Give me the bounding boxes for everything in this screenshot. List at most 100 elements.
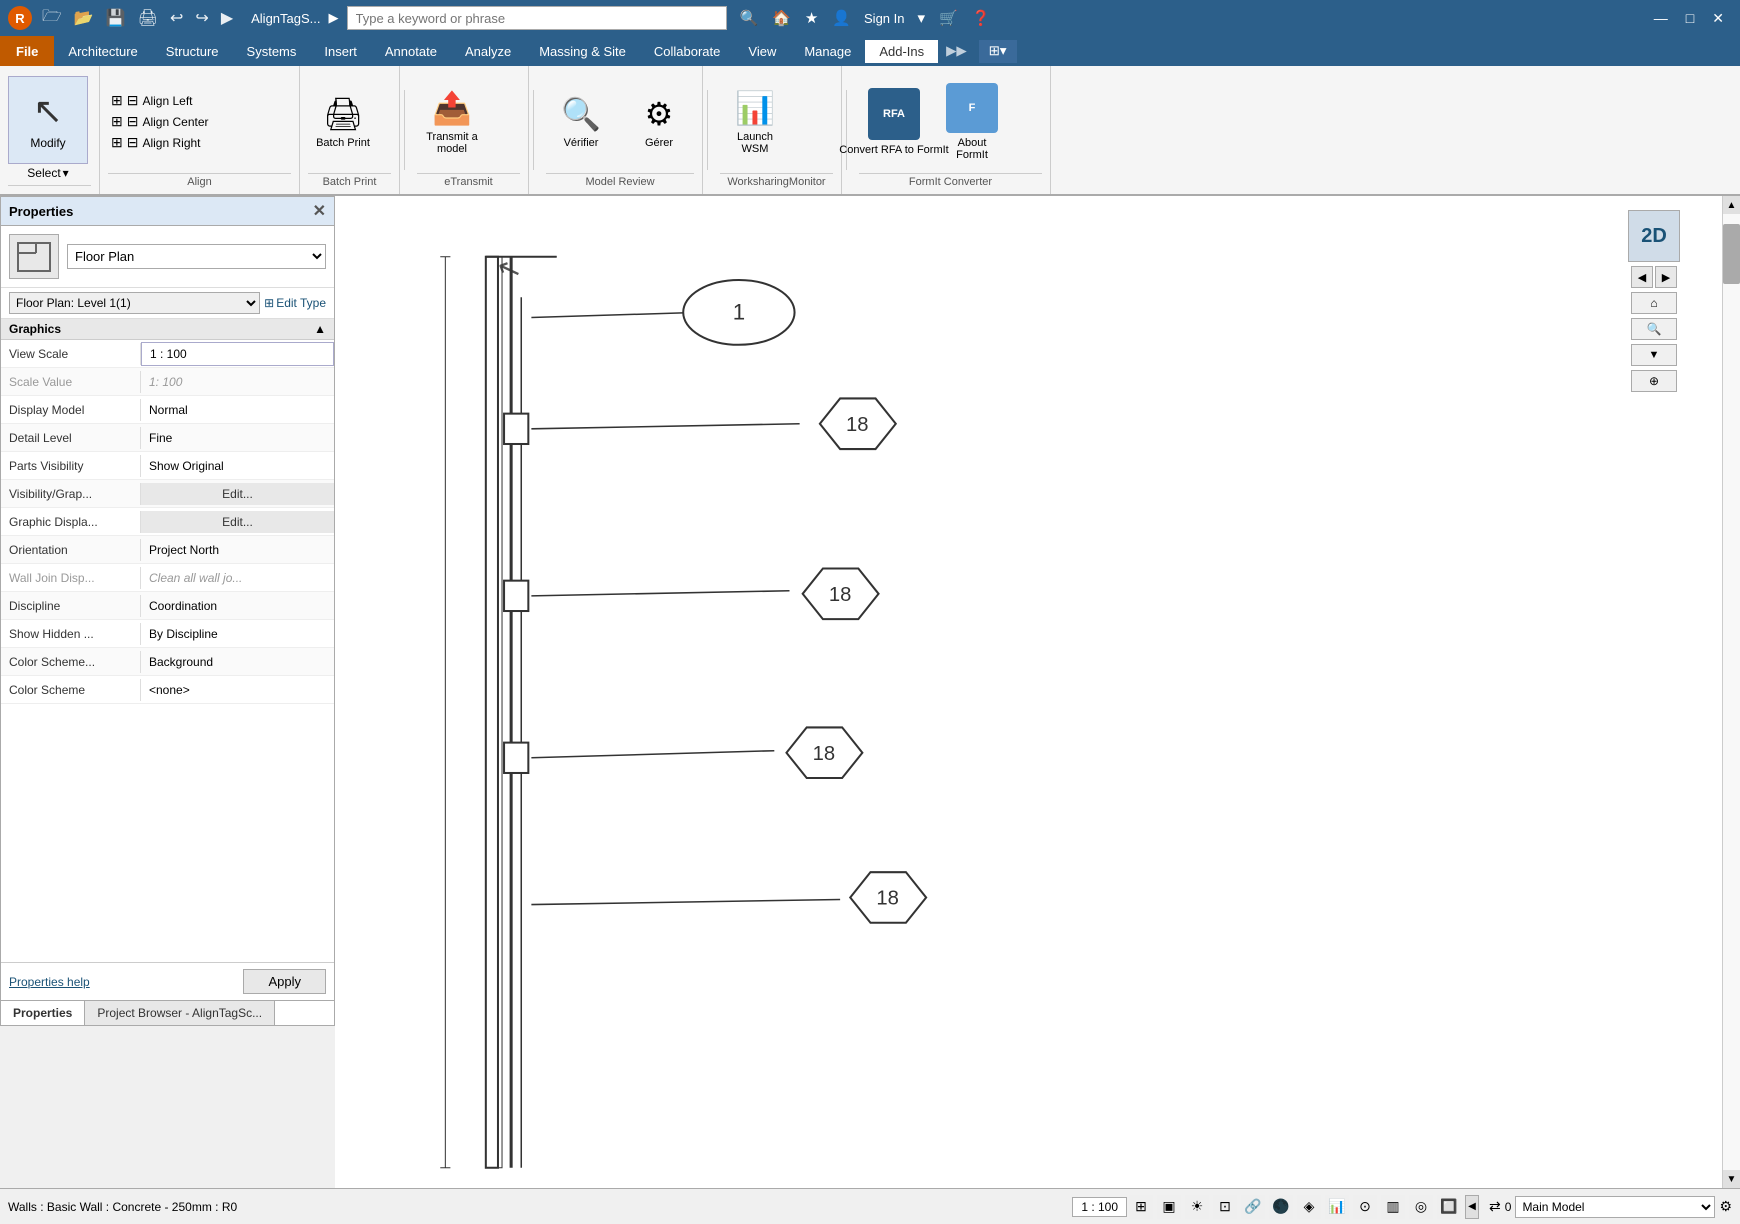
scroll-up-button[interactable]: ▲	[1723, 196, 1740, 214]
open-button[interactable]: 📂	[70, 6, 98, 30]
nav-cube-2d-button[interactable]: 2D	[1628, 210, 1680, 262]
prop-row-orientation: Orientation Project North	[1, 536, 334, 564]
minimize-button[interactable]: —	[1646, 8, 1676, 29]
nav-right-button[interactable]: ▶	[1655, 266, 1677, 288]
search-input[interactable]	[356, 11, 718, 26]
section-icon-btn[interactable]: ▥	[1381, 1195, 1405, 1219]
graphics-section-header: Graphics ▲	[1, 319, 334, 340]
panel-close-button[interactable]: ✕	[313, 201, 326, 221]
shadow-icon-btn[interactable]: 🌑	[1269, 1195, 1293, 1219]
more-tabs-btn[interactable]: ▶▶	[938, 40, 975, 63]
maximize-button[interactable]: □	[1678, 8, 1702, 29]
structure-menu[interactable]: Structure	[152, 40, 233, 63]
grid-icon-btn[interactable]: ⊞	[1129, 1195, 1153, 1219]
zoom-object-button[interactable]: 🔍	[1631, 318, 1677, 340]
scroll-up-icon[interactable]: ▲	[314, 322, 326, 336]
analyze-menu[interactable]: Analyze	[451, 40, 525, 63]
nav-icons: 🔍 🏠 ★ 👤 Sign In ▾ 🛒 ❓	[735, 7, 996, 29]
drawing-area[interactable]: ↖ 1 18	[335, 196, 1740, 1188]
convert-rfa-button[interactable]: RFA Convert RFA to FormIt	[859, 78, 929, 166]
nav-left-button[interactable]: ◀	[1631, 266, 1653, 288]
point-icon-btn[interactable]: ⊙	[1353, 1195, 1377, 1219]
home-icon-btn[interactable]: 🏠	[767, 7, 796, 29]
about-formit-button[interactable]: F About FormIt	[937, 78, 1007, 166]
expand-status-btn[interactable]: ◀	[1465, 1195, 1479, 1219]
collaborate-menu[interactable]: Collaborate	[640, 40, 735, 63]
sun-icon-btn[interactable]: ☀	[1185, 1195, 1209, 1219]
view-level-select[interactable]: Floor Plan: Level 1(1)	[9, 292, 260, 314]
gerer-button[interactable]: ⚙ Gérer	[624, 78, 694, 166]
star-icon-btn[interactable]: ★	[800, 7, 823, 29]
align-center-button[interactable]: ⊞ ⊟ Align Center	[108, 112, 212, 131]
insert-menu[interactable]: Insert	[310, 40, 371, 63]
vertical-scrollbar[interactable]: ▲ ▼	[1722, 196, 1740, 1188]
frame-icon-btn[interactable]: ▣	[1157, 1195, 1181, 1219]
zoom-down-button[interactable]: ▼	[1631, 344, 1677, 366]
scroll-thumb[interactable]	[1723, 224, 1740, 284]
redo-button[interactable]: ↪	[191, 6, 212, 30]
worksharing-tools: 📊 Launch WSM	[720, 70, 833, 173]
close-button[interactable]: ✕	[1704, 8, 1732, 29]
more-button[interactable]: ▶	[217, 6, 237, 30]
annotate-menu[interactable]: Annotate	[371, 40, 451, 63]
select-dropdown[interactable]: Select ▾	[27, 166, 68, 180]
properties-tab[interactable]: Properties	[1, 1001, 85, 1025]
svg-text:18: 18	[846, 414, 869, 436]
view-menu[interactable]: View	[734, 40, 790, 63]
align-left-button[interactable]: ⊞ ⊟ Align Left	[108, 91, 212, 110]
modify-button[interactable]: ↖ Modify	[8, 76, 88, 164]
path-icon-btn[interactable]: 🔗	[1241, 1195, 1265, 1219]
svg-text:18: 18	[813, 743, 836, 765]
scale-button[interactable]: 1 : 100	[1072, 1197, 1127, 1217]
graphic-display-edit-button[interactable]: Edit...	[141, 511, 334, 533]
apply-button[interactable]: Apply	[243, 969, 326, 994]
save-button[interactable]: 💾	[102, 6, 130, 30]
architecture-menu[interactable]: Architecture	[54, 40, 151, 63]
sync-icon-btn[interactable]: ⇄	[1489, 1198, 1501, 1215]
analysis-icon-btn[interactable]: 📊	[1325, 1195, 1349, 1219]
view-scale-value[interactable]: 1 : 100	[141, 342, 334, 366]
batch-print-button[interactable]: 🖨 Batch Print	[308, 78, 378, 166]
manage-menu[interactable]: Manage	[790, 40, 865, 63]
massing-menu[interactable]: Massing & Site	[525, 40, 640, 63]
file-menu-item[interactable]: File	[0, 36, 54, 66]
target-icon-button[interactable]: ⊕	[1631, 370, 1677, 392]
systems-menu[interactable]: Systems	[233, 40, 311, 63]
prop-row-scale-value: Scale Value 1: 100	[1, 368, 334, 396]
scroll-down-button[interactable]: ▼	[1723, 1170, 1740, 1188]
select-group-label	[8, 185, 91, 190]
properties-help-link[interactable]: Properties help	[9, 975, 90, 989]
about-formit-label: About FormIt	[942, 137, 1002, 161]
settings-icon-btn[interactable]: ⚙	[1719, 1198, 1732, 1215]
render-icon-btn[interactable]: ◈	[1297, 1195, 1321, 1219]
verifier-button[interactable]: 🔍 Vérifier	[546, 78, 616, 166]
align-tools: ⊞ ⊟ Align Left ⊞ ⊟ Align Center ⊞ ⊟ Alig…	[108, 70, 291, 173]
edit-type-button[interactable]: ⊞ Edit Type	[264, 296, 326, 310]
new-button[interactable]: 🗁	[38, 3, 66, 34]
temp-hide-btn[interactable]: 🔲	[1437, 1195, 1461, 1219]
ribbon-group-worksharing: 📊 Launch WSM WorksharingMonitor	[712, 66, 842, 194]
search-icon-btn[interactable]: 🔍	[735, 7, 764, 29]
transmit-button[interactable]: 📤 Transmit a model	[417, 78, 487, 166]
ribbon-options-btn[interactable]: ⊞▾	[979, 40, 1017, 63]
reveal-icon-btn[interactable]: ◎	[1409, 1195, 1433, 1219]
crop-icon-btn[interactable]: ⊡	[1213, 1195, 1237, 1219]
workset-select[interactable]: Main Model	[1515, 1196, 1715, 1218]
zoom-home-button[interactable]: ⌂	[1631, 292, 1677, 314]
align-right-button[interactable]: ⊞ ⊟ Align Right	[108, 133, 212, 152]
help-icon-btn[interactable]: ❓	[967, 7, 996, 29]
ribbon-group-model-review: 🔍 Vérifier ⚙ Gérer Model Review	[538, 66, 703, 194]
print-button[interactable]: 🖨	[134, 6, 162, 30]
visibility-edit-button[interactable]: Edit...	[141, 483, 334, 505]
addins-menu[interactable]: Add-Ins	[865, 40, 938, 63]
signin-dropdown[interactable]: ▾	[913, 7, 931, 29]
separator-2	[533, 90, 534, 170]
user-icon-btn[interactable]: 👤	[827, 7, 856, 29]
cart-icon-btn[interactable]: 🛒	[934, 7, 963, 29]
transmit-label: Transmit a model	[422, 131, 482, 155]
wsm-button[interactable]: 📊 Launch WSM	[720, 78, 790, 166]
undo-button[interactable]: ↩	[166, 6, 187, 30]
properties-scroll[interactable]: View Scale 1 : 100 Scale Value 1: 100 Di…	[1, 340, 334, 962]
project-browser-tab[interactable]: Project Browser - AlignTagSc...	[85, 1001, 275, 1025]
floor-plan-dropdown[interactable]: Floor Plan	[67, 244, 326, 269]
